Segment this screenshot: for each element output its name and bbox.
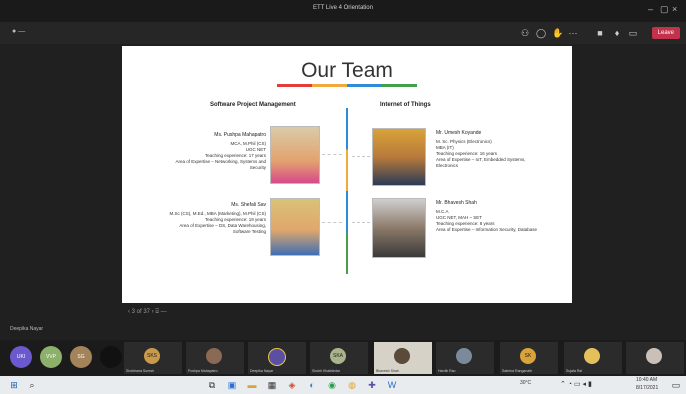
store-icon[interactable]: ▣	[226, 379, 238, 391]
tile-name: Pushpa Mahapatro	[188, 369, 218, 373]
person-name: Ms. Pushpa Mahapatro	[214, 132, 266, 138]
left-section-heading: Software Project Management	[210, 102, 296, 108]
connector	[352, 222, 370, 224]
connector	[352, 156, 370, 158]
person-name: Mr. Bhavesh Shah	[436, 200, 477, 206]
participant-tile[interactable]: Bhavesh Shah	[374, 342, 432, 374]
edge-icon[interactable]: ◐	[306, 379, 318, 391]
person-photo-3	[372, 128, 426, 186]
participant-strip: UKI VVP SG SKS Shobhana Suresh Pushpa Ma…	[0, 340, 686, 376]
participant-tile[interactable]: SKA Shubh Khaitdedar	[310, 342, 368, 374]
firefox-icon[interactable]: ◍	[346, 379, 358, 391]
window-title: ETT Live 4 Orientation	[313, 5, 373, 11]
participant-avatar[interactable]	[100, 346, 122, 368]
person-card-2: Ms. Shefali Sav M.Sc (CS), M.Ed., MBA (M…	[162, 202, 266, 235]
participant-avatar[interactable]: UKI	[10, 346, 32, 368]
windows-taskbar: ⊞ ⌕ ⧉ ▣ ▬ ▦ ◈ ◐ ◉ ◍ ✚ W 30°C ⌃ ◔ ▭ ◂ ▮ 1…	[0, 376, 686, 394]
participant-tile[interactable]: SKS Shobhana Suresh	[124, 342, 182, 374]
tile-photo	[394, 348, 410, 364]
connector	[322, 222, 342, 224]
person-card-3: Mr. Umesh Koyande M. Sc. Physics (Electr…	[436, 130, 556, 169]
slide-title: Our Team	[301, 59, 393, 82]
mic-icon[interactable]: ♦	[612, 28, 622, 38]
person-photo-2	[270, 198, 320, 256]
folder-icon[interactable]: ▬	[246, 379, 258, 391]
share-icon[interactable]: ▭	[628, 28, 638, 38]
participant-tile[interactable]: Sujata Rai	[564, 342, 622, 374]
calculator-icon[interactable]: ▦	[266, 379, 278, 391]
leave-button[interactable]: Leave	[651, 27, 680, 39]
clock-date[interactable]: 8/17/2021	[636, 385, 658, 391]
start-icon[interactable]: ⊞	[8, 379, 20, 391]
maximize-icon[interactable]: ▢	[660, 4, 669, 15]
person-line: Area of Expertise – Information Security…	[436, 227, 537, 232]
participant-tile[interactable]: Hardik Rao	[436, 342, 494, 374]
close-icon[interactable]: ×	[672, 4, 677, 14]
tile-photo	[584, 348, 600, 364]
minimize-icon[interactable]: –	[648, 4, 653, 14]
person-line: Security	[249, 165, 266, 170]
task-view-icon[interactable]: ⧉	[206, 379, 218, 391]
person-card-4: Mr. Bhavesh Shah M.C.A UGC NET, MAH – SE…	[436, 200, 560, 233]
person-photo-4	[372, 198, 426, 258]
person-photo-1	[270, 126, 320, 184]
tile-avatar: SKA	[330, 348, 346, 364]
title-underline	[277, 84, 417, 87]
tile-avatar: SKS	[144, 348, 160, 364]
title-bar: ETT Live 4 Orientation – ▢ ×	[0, 0, 686, 22]
participant-avatar[interactable]: SG	[70, 346, 92, 368]
chat-icon[interactable]: ◯	[536, 28, 546, 38]
shared-slide: Our Team Software Project Management Int…	[122, 46, 572, 303]
camera-icon[interactable]: ■	[595, 28, 605, 38]
person-name: Mr. Umesh Koyande	[436, 130, 482, 136]
presenter-label: Deepika Nayar	[10, 326, 44, 332]
participant-tile[interactable]	[626, 342, 684, 374]
person-name: Ms. Shefali Sav	[231, 202, 266, 208]
clock-time[interactable]: 10:40 AM	[636, 377, 657, 383]
tile-name: Sujata Rai	[566, 369, 583, 373]
more-icon[interactable]: ⋯	[568, 28, 578, 38]
raise-hand-icon[interactable]: ✋	[552, 28, 563, 38]
tile-photo	[206, 348, 222, 364]
tile-photo	[268, 348, 286, 366]
participant-tile[interactable]: Deepika Nayar	[248, 342, 306, 374]
tile-avatar: SK	[520, 348, 536, 364]
word-icon[interactable]: W	[386, 379, 398, 391]
weather-text: 30°C	[520, 380, 532, 386]
tile-name: Bhavesh Shah	[376, 369, 399, 373]
tray-icons[interactable]: ⌃ ◔ ▭ ◂ ▮	[560, 380, 592, 388]
tile-name: Deepika Nayar	[250, 369, 274, 373]
teams-icon[interactable]: ✚	[366, 379, 378, 391]
participant-tile[interactable]: SK Sabrina Ranganath	[500, 342, 558, 374]
tile-name: Shubh Khaitdedar	[312, 369, 341, 373]
slide-navigation[interactable]: ‹ 3 of 37 › ⌸ —	[128, 309, 167, 316]
person-line: Software Testing	[232, 229, 266, 234]
participants-icon[interactable]: ⚇	[520, 28, 530, 38]
connector	[322, 154, 342, 156]
meeting-timer: ● —	[12, 28, 26, 35]
person-line: Electronics	[436, 163, 459, 168]
tile-photo	[646, 348, 662, 364]
timeline-line	[346, 108, 348, 274]
participant-tile[interactable]: Pushpa Mahapatro	[186, 342, 244, 374]
tile-photo	[456, 348, 472, 364]
office-icon[interactable]: ◈	[286, 379, 298, 391]
tile-name: Shobhana Suresh	[126, 369, 155, 373]
meeting-stage: Our Team Software Project Management Int…	[0, 44, 686, 340]
participant-avatar[interactable]: VVP	[40, 346, 62, 368]
right-section-heading: Internet of Things	[380, 102, 431, 108]
notification-icon[interactable]: ▭	[670, 379, 682, 391]
tile-name: Hardik Rao	[438, 369, 456, 373]
person-card-1: Ms. Pushpa Mahapatro MCA, M.Phil (CS) UG…	[174, 132, 266, 171]
search-icon[interactable]: ⌕	[26, 379, 38, 391]
tile-name: Sabrina Ranganath	[502, 369, 533, 373]
chrome-icon[interactable]: ◉	[326, 379, 338, 391]
meeting-toolbar: ● — ⚇ ◯ ✋ ⋯ ■ ♦ ▭ Leave	[0, 22, 686, 44]
